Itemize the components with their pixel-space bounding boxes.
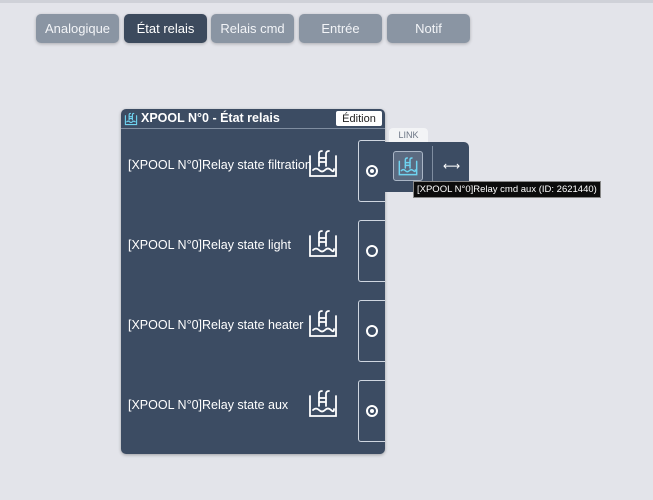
edit-button[interactable]: Édition <box>336 111 382 126</box>
relay-radio[interactable] <box>366 245 378 257</box>
pool-icon <box>309 230 337 257</box>
top-border <box>0 0 653 3</box>
relay-row-heater: [XPOOL N°0]Relay state heater <box>121 294 385 362</box>
relay-radio-box <box>358 380 385 442</box>
tab-entree[interactable]: Entrée <box>299 14 382 43</box>
relay-radio[interactable] <box>366 165 378 177</box>
relay-row-aux: [XPOOL N°0]Relay state aux <box>121 374 385 442</box>
relay-label: [XPOOL N°0]Relay state heater <box>128 318 304 332</box>
pool-icon <box>309 150 337 177</box>
tab-analogique[interactable]: Analogique <box>36 14 119 43</box>
relay-label: [XPOOL N°0]Relay state aux <box>128 398 289 412</box>
link-tooltip: [XPOOL N°0]Relay cmd aux (ID: 2621440) <box>413 181 601 198</box>
relay-label: [XPOOL N°0]Relay state light <box>128 238 291 252</box>
relay-label: [XPOOL N°0]Relay state filtration <box>128 158 312 172</box>
relay-radio-box <box>358 220 385 282</box>
panel-header: XPOOL N°0 - État relais Édition <box>121 109 385 129</box>
relay-radio-box <box>358 300 385 362</box>
link-tab-label: LINK <box>389 128 428 142</box>
tab-notif[interactable]: Notif <box>387 14 470 43</box>
relay-row-filtration: [XPOOL N°0]Relay state filtration <box>121 134 385 202</box>
relay-row-light: [XPOOL N°0]Relay state light <box>121 214 385 282</box>
pool-icon <box>309 310 337 337</box>
pool-icon <box>124 112 138 126</box>
link-arrow-icon[interactable]: ⟷ <box>443 159 460 173</box>
relay-radio[interactable] <box>366 325 378 337</box>
tab-etat-relais[interactable]: État relais <box>124 14 207 43</box>
relay-radio-box <box>358 140 385 202</box>
pool-icon <box>309 390 337 417</box>
relay-radio[interactable] <box>366 405 378 417</box>
panel-title: XPOOL N°0 - État relais <box>141 111 280 125</box>
link-target-button[interactable] <box>393 151 423 181</box>
relay-state-panel: XPOOL N°0 - État relais Édition [XPOOL N… <box>121 109 385 454</box>
pool-icon <box>398 157 418 176</box>
tab-relais-cmd[interactable]: Relais cmd <box>211 14 294 43</box>
